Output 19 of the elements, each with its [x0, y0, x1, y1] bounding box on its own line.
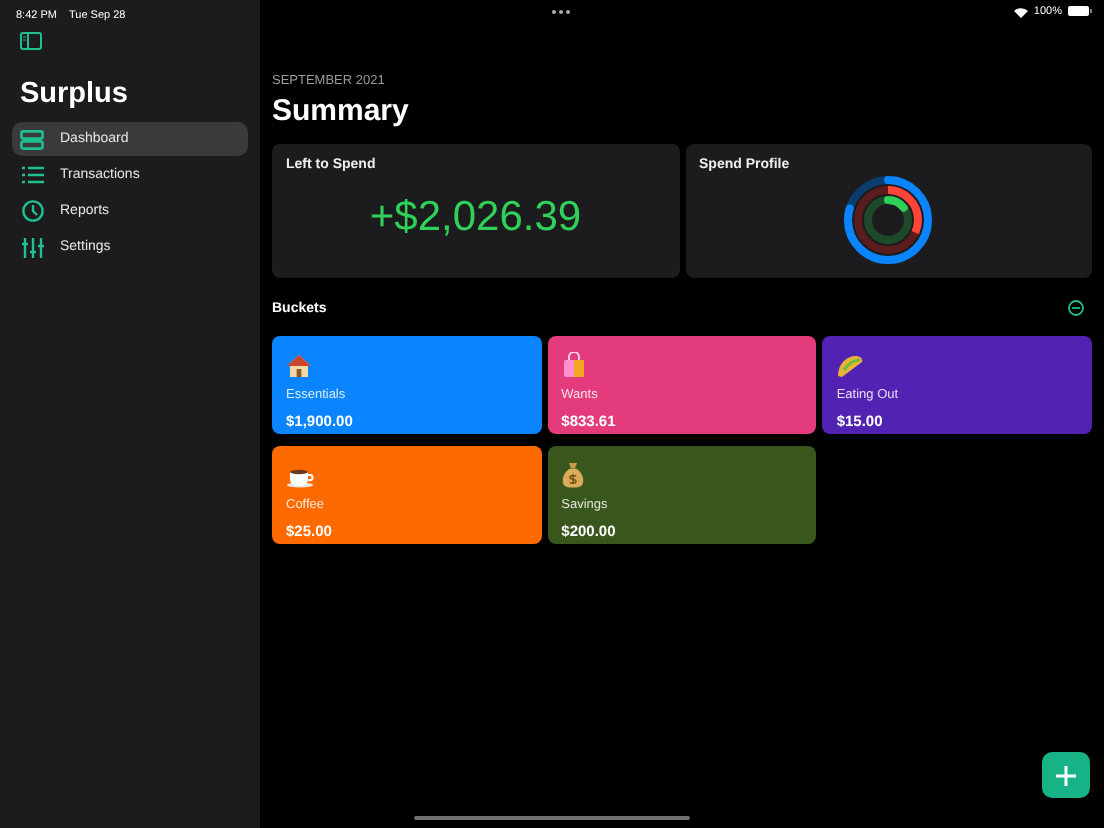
app-title: Surplus — [20, 78, 130, 110]
page-title: Summary — [272, 94, 411, 128]
remaining-amount: +$2,026.39 — [367, 194, 584, 242]
wifi-icon — [1013, 7, 1028, 17]
clock-icon — [21, 200, 43, 222]
battery-icon — [1068, 5, 1092, 15]
sidebar-toggle-icon[interactable] — [20, 32, 42, 50]
add-button[interactable] — [1042, 752, 1090, 798]
stacked-rows-icon — [20, 129, 44, 149]
house-icon — [286, 354, 312, 378]
more-options-icon[interactable] — [1068, 300, 1084, 316]
money-bag-icon — [561, 462, 584, 488]
shopping-bag-icon — [561, 352, 586, 378]
plus-icon — [1056, 765, 1076, 785]
list-icon — [21, 166, 43, 184]
activity-rings-drawing — [842, 174, 935, 266]
coffee-cup-icon — [286, 466, 314, 488]
sliders-icon — [21, 237, 43, 257]
taco-icon — [836, 354, 865, 378]
